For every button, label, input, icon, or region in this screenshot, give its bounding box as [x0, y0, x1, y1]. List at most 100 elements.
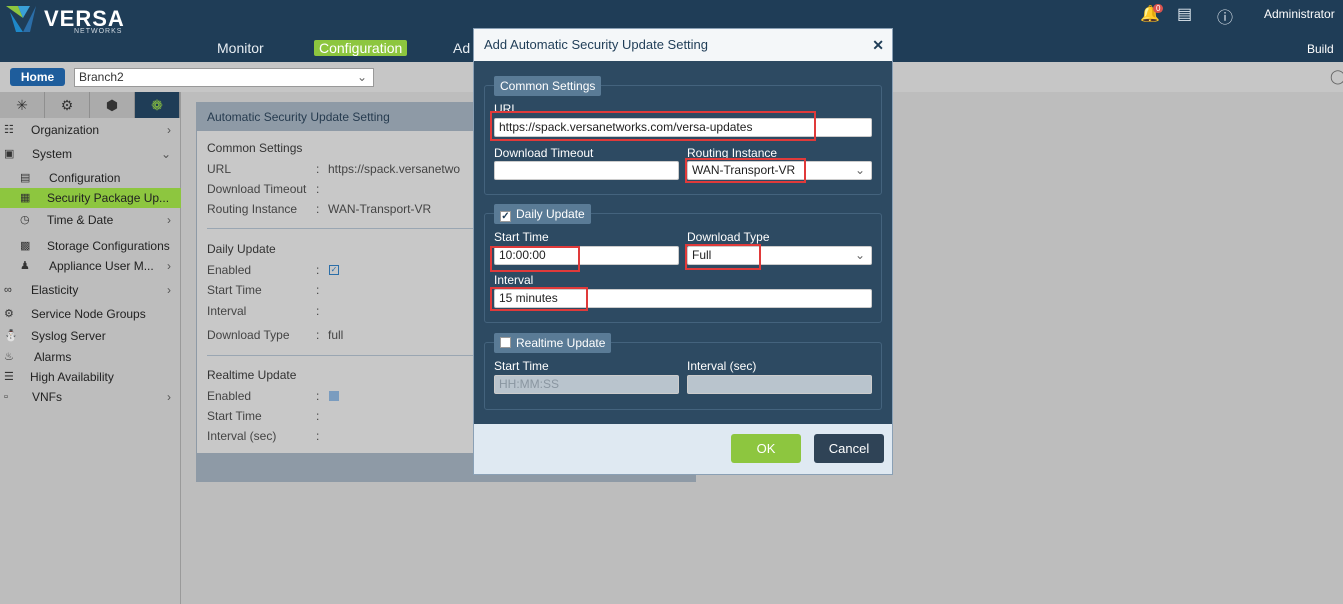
rt-interval-field[interactable]	[687, 375, 872, 394]
download-type-label: Download Type	[687, 230, 770, 244]
appliance-select[interactable]: Branch2 ⌄	[74, 68, 374, 87]
sidebar-item-label: Syslog Server	[31, 329, 106, 343]
tab-gear-icon[interactable]: ⚙	[45, 92, 90, 118]
sidebar-item-vnfs[interactable]: ▫ VNFs ›	[0, 387, 181, 407]
dialog-footer: OK Cancel	[474, 424, 892, 474]
versa-logo[interactable]: VERSA NETWORKS	[6, 4, 126, 35]
routing-instance-value: WAN-Transport-VR	[328, 202, 432, 216]
home-button[interactable]: Home	[10, 68, 65, 86]
rt-start-time-field[interactable]: HH:MM:SS	[494, 375, 679, 394]
search-icon[interactable]: ◯	[1330, 68, 1343, 85]
highlight-box	[490, 287, 588, 311]
rt-start-time-label: Start Time	[494, 359, 549, 373]
sidebar-item-label: Organization	[31, 123, 100, 137]
chevron-right-icon: ›	[167, 259, 171, 273]
sidebar-item-system[interactable]: ▣ System ⌄	[0, 144, 181, 164]
add-security-update-dialog: Add Automatic Security Update Setting ✕ …	[473, 28, 893, 475]
highlight-box	[490, 111, 816, 141]
sidebar-item-configuration[interactable]: ▤ Configuration	[0, 168, 181, 188]
common-settings-legend: Common Settings	[494, 76, 602, 96]
daily-update-checkbox[interactable]: ✓	[500, 211, 511, 222]
rt-interval-label: Interval (sec)	[687, 359, 757, 373]
user-menu[interactable]: Administrator	[1264, 7, 1335, 21]
colon: :	[316, 283, 320, 297]
tab-services-icon[interactable]: ✳	[0, 92, 45, 118]
download-timeout-field[interactable]	[494, 161, 679, 180]
sidebar-item-storage[interactable]: ▩ Storage Configurations	[0, 236, 181, 256]
sidebar-item-syslog[interactable]: ⛄ Syslog Server	[0, 326, 181, 346]
colon: :	[316, 202, 320, 216]
download-timeout-label: Download Timeout	[207, 182, 307, 196]
chevron-right-icon: ›	[167, 390, 171, 404]
chevron-down-icon: ⌄	[854, 163, 865, 177]
chevron-down-icon: ⌄	[854, 248, 865, 262]
sidebar-item-high-availability[interactable]: ☰ High Availability	[0, 367, 181, 387]
configuration-icon: ▤	[20, 172, 31, 184]
nav-monitor[interactable]: Monitor	[217, 40, 264, 56]
colon: :	[316, 429, 320, 443]
sidebar-item-security-package[interactable]: ▦ Security Package Up...	[0, 188, 181, 208]
start-time-label: Start Time	[207, 409, 262, 423]
logo-subtext: NETWORKS	[74, 28, 123, 35]
sidebar-item-label: Configuration	[49, 171, 121, 185]
download-timeout-label: Download Timeout	[494, 146, 594, 160]
daily-update-legend[interactable]: ✓ Daily Update	[494, 204, 591, 224]
elasticity-icon: ∞	[4, 284, 12, 296]
sidebar-item-label: Time & Date	[47, 213, 114, 227]
highlight-box	[490, 246, 580, 272]
colon: :	[316, 328, 320, 342]
section-realtime-update: Realtime Update	[207, 368, 297, 382]
nav-configuration[interactable]: Configuration	[314, 40, 408, 56]
realtime-update-checkbox[interactable]	[500, 337, 511, 348]
interval-sec-label: Interval (sec)	[207, 429, 277, 443]
interval-label: Interval	[494, 273, 534, 287]
appliance-select-value: Branch2	[79, 70, 124, 84]
realtime-update-label: Realtime Update	[516, 336, 606, 350]
users-icon: ♟	[20, 260, 30, 272]
org-icon: ☷	[4, 124, 14, 136]
build-label[interactable]: Build	[1307, 42, 1334, 56]
colon: :	[316, 304, 320, 318]
sidebar-item-label: VNFs	[32, 390, 62, 404]
info-icon[interactable]: ⓘ	[1217, 4, 1233, 28]
sidebar: ✳ ⚙ ⬢ ❁ ☷ Organization › ▣ System ⌄ ▤ Co…	[0, 92, 181, 604]
section-common-settings: Common Settings	[207, 141, 303, 155]
cancel-button[interactable]: Cancel	[814, 434, 884, 463]
download-type-value: full	[328, 328, 344, 342]
start-time-label: Start Time	[207, 283, 262, 297]
ha-icon: ☰	[4, 371, 14, 383]
sidebar-item-appliance-user[interactable]: ♟ Appliance User M... ›	[0, 256, 181, 276]
sidebar-item-elasticity[interactable]: ∞ Elasticity ›	[0, 280, 181, 300]
divider	[207, 228, 477, 229]
sidebar-item-label: Elasticity	[31, 283, 79, 297]
chevron-down-icon: ⌄	[160, 147, 171, 161]
task-list-icon[interactable]: ▤	[1177, 4, 1192, 24]
notification-badge: 0	[1153, 4, 1164, 13]
vnf-icon: ▫	[4, 391, 8, 403]
sidebar-item-label: System	[32, 147, 73, 161]
system-icon: ▣	[4, 148, 15, 160]
sidebar-item-label: Alarms	[34, 350, 72, 364]
chevron-right-icon: ›	[167, 123, 171, 137]
tab-cube-icon[interactable]: ⬢	[90, 92, 135, 118]
sidebar-item-label: Appliance User M...	[49, 259, 154, 273]
ok-button[interactable]: OK	[731, 434, 801, 463]
daily-update-label: Daily Update	[516, 207, 585, 221]
nav-administration[interactable]: Ad	[453, 40, 470, 56]
sidebar-item-alarms[interactable]: ♨ Alarms	[0, 347, 181, 367]
highlight-box	[685, 244, 761, 270]
security-package-icon: ▦	[20, 192, 31, 204]
sidebar-item-time-date[interactable]: ◷ Time & Date ›	[0, 210, 181, 230]
storage-icon: ▩	[20, 240, 31, 252]
close-icon[interactable]: ✕	[872, 38, 884, 52]
sidebar-item-organization[interactable]: ☷ Organization ›	[0, 120, 181, 140]
start-time-label: Start Time	[494, 230, 549, 244]
versa-logo-icon	[6, 6, 36, 32]
sidebar-item-service-node-groups[interactable]: ⚙ Service Node Groups	[0, 304, 181, 324]
colon: :	[316, 263, 320, 277]
chevron-down-icon: ⌄	[356, 70, 367, 84]
tab-settings-icon[interactable]: ❁	[135, 92, 180, 118]
sidebar-item-label: High Availability	[30, 370, 114, 384]
enabled-label: Enabled	[207, 263, 252, 277]
realtime-update-legend[interactable]: Realtime Update	[494, 333, 612, 353]
